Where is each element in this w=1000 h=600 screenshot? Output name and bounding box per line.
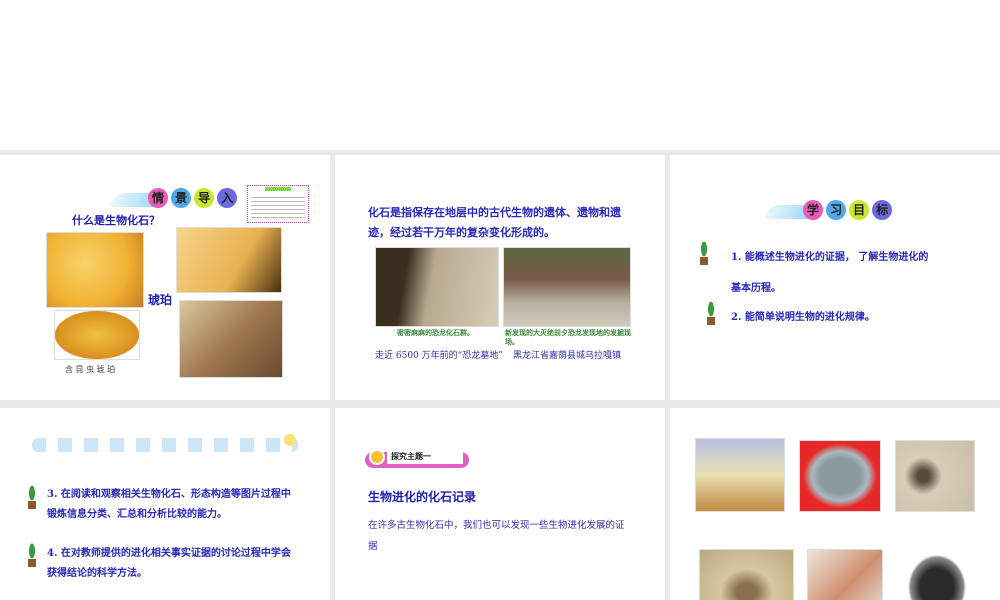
shrimp-fossil-photo [895, 440, 975, 512]
photo-caption: 含 昆 虫 琥 珀 [65, 365, 116, 374]
excavation-site-photo [503, 247, 631, 327]
editor-blank-area [0, 0, 1000, 150]
heading-char: 情 [148, 188, 168, 208]
dinosaur-skeleton-photo [695, 438, 785, 512]
potted-plant-icon [696, 239, 712, 267]
photo1-caption: 密密麻麻的恐龙化石群。 [397, 328, 474, 337]
goal-2: 2. 能简单说明生物的进化规律。 [731, 312, 875, 323]
slide-thumbnail-3[interactable]: 学 习 目 标 1. 能概述生物进化的证据， 了解生物进化的 基本历程。 2. … [670, 155, 1000, 400]
heading-char: 标 [872, 200, 893, 220]
heading-char: 学 [803, 200, 823, 220]
amber-photo [176, 227, 282, 293]
slide-thumbnail-4[interactable]: 3. 在阅读和观察相关生物化石、形态构造等图片过程中锻炼信息分类、汇总和分析比较… [0, 408, 330, 600]
topic-tag: 探究主题一 [365, 448, 469, 468]
amber-insect-photo [54, 310, 140, 360]
dinosaur-fossil-photo [375, 247, 499, 327]
topic-title: 生物进化的化石记录 [368, 490, 477, 504]
label1: 走近 6500 万年前的“恐龙墓地” [375, 351, 503, 361]
photo2-caption: 新发现的大灭绝前夕恐龙发现地的发掘现场。 [505, 328, 631, 346]
heading-char: 目 [849, 200, 870, 220]
fish-fossil-photo [699, 549, 794, 600]
potted-plant-icon [24, 483, 40, 511]
goal-3: 3. 在阅读和观察相关生物化石、形态构造等图片过程中锻炼信息分类、汇总和分析比较… [47, 489, 291, 520]
definition-text: 化石是指保存在地层中的古代生物的遗体、遗物和遗迹，经过若干万年的复杂变化形成的。 [368, 206, 621, 239]
heading-char: 入 [217, 188, 238, 208]
slide-thumbnail-5[interactable]: 探究主题一 生物进化的化石记录 在许多古生物化石中，我们也可以发现一些生物进化发… [335, 408, 665, 600]
slide-thumbnail-1[interactable]: 情 景 导 入 什么是生物化石？ 琥珀 含 昆 虫 琥 珀 [0, 155, 330, 400]
amber-spider-photo [46, 232, 144, 308]
topic-body: 在许多古生物化石中，我们也可以发现一些生物进化发展的证据 [368, 520, 625, 552]
cloud-border-decoration [32, 438, 298, 452]
heading-char: 习 [826, 200, 847, 220]
goal-1-cont: 基本历程。 [731, 283, 781, 294]
potted-plant-icon [24, 541, 40, 569]
amber-label: 琥珀 [148, 293, 173, 307]
goal-4: 4. 在对教师提供的进化相关事实证据的讨论过程中学会获得结论的科学方法。 [47, 548, 291, 579]
leaf-fossil-photo [799, 440, 881, 512]
section-heading: 情 景 导 入 [148, 187, 238, 208]
heading-char: 导 [194, 188, 215, 208]
amber-fly-photo [179, 300, 283, 378]
goal-1: 1. 能概述生物进化的证据， 了解生物进化的 [731, 252, 929, 263]
potted-plant-icon [703, 299, 719, 327]
heading-char: 景 [171, 188, 192, 208]
slide-thumbnail-6[interactable] [670, 408, 1000, 600]
fern-fossil-photo [903, 549, 971, 600]
label2: 黑龙江省嘉荫县城乌拉嘎镇 [513, 351, 622, 361]
section-heading: 学 习 目 标 [803, 199, 893, 220]
tip-box [247, 185, 309, 223]
slide-thumbnail-2[interactable]: 化石是指保存在地层中的古代生物的遗体、遗物和遗迹，经过若干万年的复杂变化形成的。… [335, 155, 665, 400]
maple-leaf-fossil-photo [807, 549, 883, 600]
sun-icon [284, 434, 296, 446]
question-text: 什么是生物化石？ [72, 214, 160, 227]
topic-tag-label: 探究主题一 [387, 448, 463, 464]
